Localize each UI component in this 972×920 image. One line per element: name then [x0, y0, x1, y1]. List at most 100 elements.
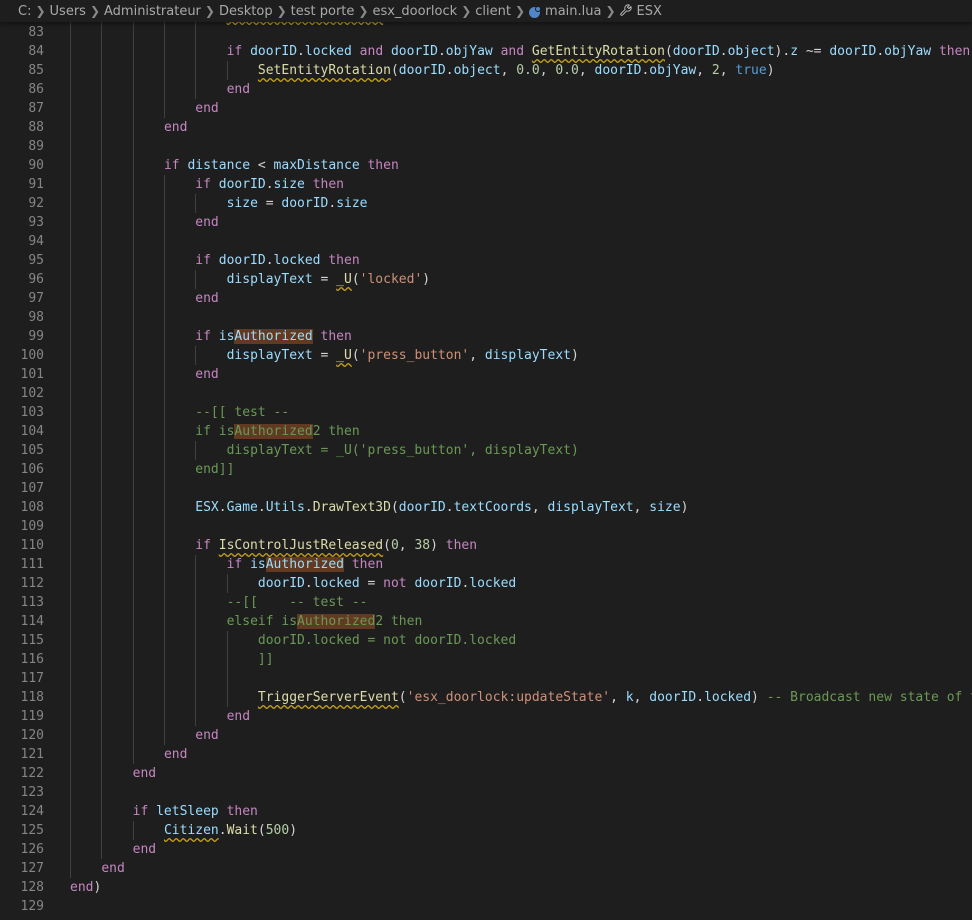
code-text[interactable]: displayText = _U('press_button', display…	[227, 441, 579, 460]
code-line[interactable]: 89	[0, 137, 972, 156]
code-line[interactable]: 102	[0, 384, 972, 403]
code-line[interactable]: 105 displayText = _U('press_button', disp…	[0, 441, 972, 460]
code-line[interactable]: 113 --[[ -- test --	[0, 593, 972, 612]
code-line[interactable]: 98	[0, 308, 972, 327]
breadcrumb-symbol[interactable]: ESX	[637, 4, 662, 19]
code-text[interactable]: if letSleep then	[133, 802, 258, 821]
code-line[interactable]: 108 ESX.Game.Utils.DrawText3D(doorID.text…	[0, 498, 972, 517]
code-text[interactable]: size = doorID.size	[227, 194, 368, 213]
code-line[interactable]: 126 end	[0, 840, 972, 859]
code-line[interactable]: 110 if IsControlJustReleased(0, 38) then	[0, 536, 972, 555]
breadcrumb-esx-doorlock[interactable]: esx_doorlock	[372, 4, 457, 19]
code-text[interactable]: end	[164, 745, 187, 764]
code-text[interactable]: Citizen.Wait(500)	[164, 821, 297, 840]
code-line[interactable]: 121 end	[0, 745, 972, 764]
breadcrumb-test-porte[interactable]: test porte	[291, 4, 355, 19]
code-text[interactable]: elseif isAuthorized2 then	[227, 612, 422, 631]
code-line[interactable]: 114 elseif isAuthorized2 then	[0, 612, 972, 631]
code-text[interactable]: end	[195, 99, 218, 118]
code-text[interactable]: end	[195, 213, 218, 232]
breadcrumb-client[interactable]: client	[475, 4, 511, 19]
code-line[interactable]: 100 displayText = _U('press_button', disp…	[0, 346, 972, 365]
code-line[interactable]: 88 end	[0, 118, 972, 137]
breadcrumb-drive[interactable]: C:	[18, 4, 31, 19]
code-line[interactable]: 99 if isAuthorized then	[0, 327, 972, 346]
code-line[interactable]: 109	[0, 517, 972, 536]
code-text[interactable]: if distance < maxDistance then	[164, 156, 399, 175]
breadcrumb-administrateur[interactable]: Administrateur	[104, 4, 201, 19]
code-line[interactable]: 120 end	[0, 726, 972, 745]
code-line[interactable]: 86 end	[0, 80, 972, 99]
vertical-scrollbar[interactable]	[958, 0, 972, 920]
code-token: (	[351, 348, 360, 363]
code-text[interactable]: if doorID.locked then	[195, 251, 359, 270]
code-text[interactable]: ]]	[258, 650, 274, 669]
code-line[interactable]: 117	[0, 669, 972, 688]
code-line[interactable]: 112 doorID.locked = not doorID.locked	[0, 574, 972, 593]
code-line[interactable]: 116]]	[0, 650, 972, 669]
code-editor[interactable]: C: ❯ Users ❯ Administrateur ❯ Desktop ❯ …	[0, 0, 972, 920]
code-text[interactable]: displayText = _U('press_button', display…	[227, 346, 579, 365]
code-text[interactable]: if doorID.size then	[195, 175, 344, 194]
code-text[interactable]: TriggerServerEvent('esx_doorlock:updateS…	[258, 688, 972, 707]
code-line[interactable]: 87 end	[0, 99, 972, 118]
code-text[interactable]: end)	[70, 878, 101, 897]
breadcrumb-desktop[interactable]: Desktop	[219, 4, 273, 19]
code-text[interactable]: doorID.locked = not doorID.locked	[258, 574, 516, 593]
code-line[interactable]: 83	[0, 23, 972, 42]
code-text[interactable]: ESX.Game.Utils.DrawText3D(doorID.textCoo…	[195, 498, 688, 517]
code-text[interactable]: if isAuthorized then	[227, 555, 383, 574]
code-text[interactable]: end]]	[195, 460, 234, 479]
code-text[interactable]: displayText = _U('locked')	[227, 270, 431, 289]
code-token: GetEntityRotation	[531, 44, 665, 59]
code-line[interactable]: 84 if doorID.locked and doorID.objYaw and…	[0, 42, 972, 61]
code-line[interactable]: 101 end	[0, 365, 972, 384]
code-line[interactable]: 90 if distance < maxDistance then	[0, 156, 972, 175]
breadcrumb-file[interactable]: main.lua	[545, 4, 601, 19]
code-line[interactable]: 93 end	[0, 213, 972, 232]
code-line[interactable]: 107	[0, 479, 972, 498]
code-line[interactable]: 127 end	[0, 859, 972, 878]
code-text[interactable]: end	[195, 726, 218, 745]
code-line[interactable]: 111 if isAuthorized then	[0, 555, 972, 574]
code-line[interactable]: 92 size = doorID.size	[0, 194, 972, 213]
code-line[interactable]: 124 if letSleep then	[0, 802, 972, 821]
code-token: maxDistance	[273, 158, 360, 173]
code-line[interactable]: 106 end]]	[0, 460, 972, 479]
code-line[interactable]: 123	[0, 783, 972, 802]
code-line[interactable]: 95 if doorID.locked then	[0, 251, 972, 270]
code-text[interactable]: end	[227, 707, 250, 726]
code-line[interactable]: 85 SetEntityRotation(doorID.object, 0.0, …	[0, 61, 972, 80]
code-text[interactable]: if isAuthorized2 then	[195, 422, 360, 441]
code-text[interactable]: SetEntityRotation(doorID.object, 0.0, 0.…	[258, 61, 775, 80]
code-text[interactable]: end	[227, 80, 250, 99]
code-text[interactable]: if doorID.locked and doorID.objYaw and G…	[227, 42, 971, 61]
code-line[interactable]: 128 end)	[0, 878, 972, 897]
code-text[interactable]: --[[ test --	[195, 403, 289, 422]
breadcrumb-users[interactable]: Users	[50, 4, 86, 19]
code-line[interactable]: 129	[0, 897, 972, 916]
code-text[interactable]: end	[133, 840, 156, 859]
code-line[interactable]: 118 TriggerServerEvent('esx_doorlock:upda…	[0, 688, 972, 707]
indent-guide	[132, 327, 134, 346]
code-text[interactable]: end	[195, 365, 218, 384]
code-line[interactable]: 97 end	[0, 289, 972, 308]
code-line[interactable]: 125 Citizen.Wait(500)	[0, 821, 972, 840]
code-text[interactable]: if isAuthorized then	[195, 327, 352, 346]
code-line[interactable]: 96 displayText = _U('locked')	[0, 270, 972, 289]
code-line[interactable]: 104 if isAuthorized2 then	[0, 422, 972, 441]
code-line[interactable]: 122 end	[0, 764, 972, 783]
code-text[interactable]: --[[ -- test --	[227, 593, 368, 612]
code-text[interactable]: end	[164, 118, 187, 137]
code-text[interactable]: doorID.locked = not doorID.locked	[258, 631, 516, 650]
code-line[interactable]: 119 end	[0, 707, 972, 726]
code-line[interactable]: 103 --[[ test --	[0, 403, 972, 422]
code-text[interactable]: if IsControlJustReleased(0, 38) then	[195, 536, 477, 555]
code-text[interactable]: end	[133, 764, 156, 783]
code-text[interactable]: end	[101, 859, 124, 878]
code-text[interactable]: end	[195, 289, 218, 308]
code-line[interactable]: 91 if doorID.size then	[0, 175, 972, 194]
code-line[interactable]: 94	[0, 232, 972, 251]
code-line[interactable]: 115 doorID.locked = not doorID.locked	[0, 631, 972, 650]
